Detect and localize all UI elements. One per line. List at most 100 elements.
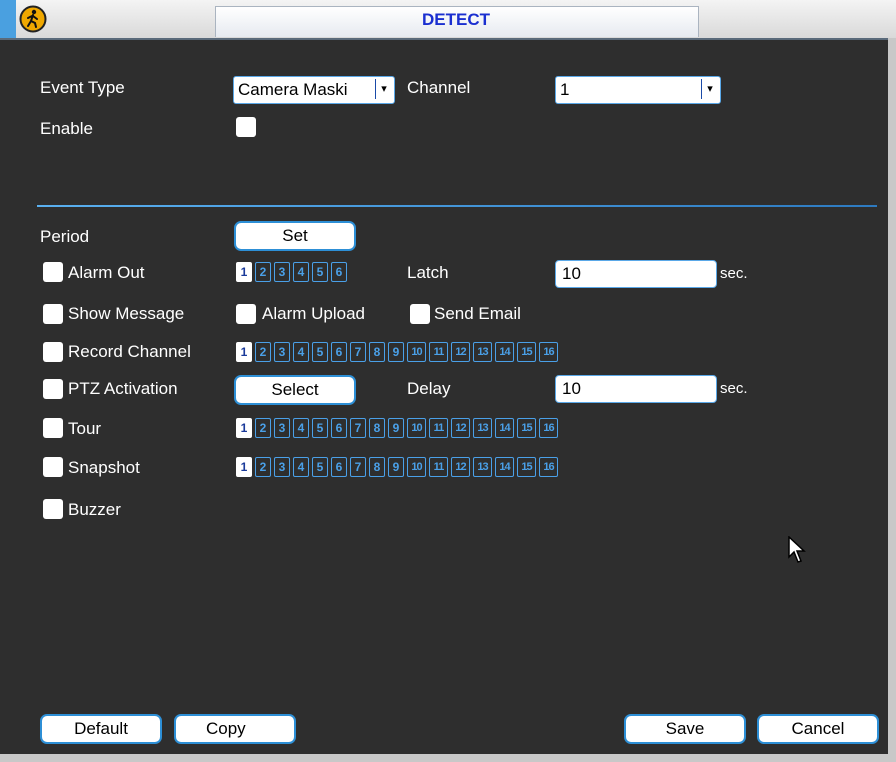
record-channel-1[interactable]: 1 [236,342,252,362]
tour-channel-3[interactable]: 3 [274,418,290,438]
pedestrian-alert-icon [19,5,47,33]
title-bar-accent [0,0,16,38]
show-message-label: Show Message [68,304,185,323]
record-channel-8[interactable]: 8 [369,342,385,362]
channel-select[interactable]: 1 ▾ [555,76,721,104]
delay-input[interactable]: 10 [555,375,717,403]
period-set-button[interactable]: Set [234,221,356,251]
alarm-out-channel-6[interactable]: 6 [331,262,347,282]
latch-input[interactable]: 10 [555,260,717,288]
record-channel-9[interactable]: 9 [388,342,404,362]
record-channels: 1 2 3 4 5 6 7 8 9 10 11 12 13 14 15 16 [236,342,558,362]
snapshot-channel-10[interactable]: 10 [407,457,426,477]
save-button[interactable]: Save [624,714,746,744]
snapshot-channel-11[interactable]: 11 [429,457,448,477]
chevron-down-icon[interactable]: ▾ [375,79,392,99]
record-channel-12[interactable]: 12 [451,342,470,362]
tour-channel-13[interactable]: 13 [473,418,492,438]
snapshot-channel-6[interactable]: 6 [331,457,347,477]
chevron-down-icon[interactable]: ▾ [701,79,718,99]
record-channel-16[interactable]: 16 [539,342,558,362]
event-type-value: Camera Maski [238,80,348,99]
show-message-checkbox[interactable] [43,304,63,324]
send-email-checkbox[interactable] [410,304,430,324]
event-type-select[interactable]: Camera Maski ▾ [233,76,395,104]
snapshot-channel-4[interactable]: 4 [293,457,309,477]
mouse-pointer-icon [788,536,806,563]
tour-channel-15[interactable]: 15 [517,418,536,438]
snapshot-label: Snapshot [68,458,140,477]
tour-channels: 1 2 3 4 5 6 7 8 9 10 11 12 13 14 15 16 [236,418,558,438]
tour-channel-12[interactable]: 12 [451,418,470,438]
record-channel-3[interactable]: 3 [274,342,290,362]
buzzer-label: Buzzer [68,500,121,519]
tour-channel-2[interactable]: 2 [255,418,271,438]
alarm-out-channel-5[interactable]: 5 [312,262,328,282]
title-bar: DETECT [0,0,896,40]
latch-label: Latch [407,263,449,282]
snapshot-channel-1[interactable]: 1 [236,457,252,477]
record-channel-7[interactable]: 7 [350,342,366,362]
snapshot-channel-2[interactable]: 2 [255,457,271,477]
tour-channel-6[interactable]: 6 [331,418,347,438]
snapshot-channel-15[interactable]: 15 [517,457,536,477]
tour-channel-14[interactable]: 14 [495,418,514,438]
snapshot-channel-8[interactable]: 8 [369,457,385,477]
record-channel-13[interactable]: 13 [473,342,492,362]
tour-channel-5[interactable]: 5 [312,418,328,438]
tour-channel-10[interactable]: 10 [407,418,426,438]
snapshot-channel-12[interactable]: 12 [451,457,470,477]
default-button[interactable]: Default [40,714,162,744]
snapshot-channel-13[interactable]: 13 [473,457,492,477]
window-bottom-edge [0,754,896,762]
alarm-upload-label: Alarm Upload [262,304,365,323]
snapshot-channel-5[interactable]: 5 [312,457,328,477]
record-channel-5[interactable]: 5 [312,342,328,362]
alarm-out-channel-2[interactable]: 2 [255,262,271,282]
record-channel-11[interactable]: 11 [429,342,448,362]
snapshot-channel-9[interactable]: 9 [388,457,404,477]
alarm-out-channel-4[interactable]: 4 [293,262,309,282]
delay-unit: sec. [720,380,748,397]
record-channel-label: Record Channel [68,342,191,361]
copy-button[interactable]: Copy [174,714,296,744]
tour-channel-8[interactable]: 8 [369,418,385,438]
tour-channel-16[interactable]: 16 [539,418,558,438]
snapshot-channel-16[interactable]: 16 [539,457,558,477]
alarm-out-checkbox[interactable] [43,262,63,282]
alarm-out-channel-3[interactable]: 3 [274,262,290,282]
alarm-upload-checkbox[interactable] [236,304,256,324]
tour-channel-11[interactable]: 11 [429,418,448,438]
send-email-label: Send Email [434,304,521,323]
record-channel-checkbox[interactable] [43,342,63,362]
alarm-out-label: Alarm Out [68,263,145,282]
enable-checkbox[interactable] [236,117,256,137]
tour-channel-4[interactable]: 4 [293,418,309,438]
record-channel-2[interactable]: 2 [255,342,271,362]
tour-channel-9[interactable]: 9 [388,418,404,438]
cancel-button[interactable]: Cancel [757,714,879,744]
snapshot-channel-7[interactable]: 7 [350,457,366,477]
ptz-activation-label: PTZ Activation [68,379,178,398]
tour-channel-1[interactable]: 1 [236,418,252,438]
detect-window: DETECT Event Type Camera Maski ▾ Channel… [0,0,896,762]
record-channel-14[interactable]: 14 [495,342,514,362]
record-channel-4[interactable]: 4 [293,342,309,362]
record-channel-6[interactable]: 6 [331,342,347,362]
snapshot-channel-14[interactable]: 14 [495,457,514,477]
delay-label: Delay [407,379,451,398]
tour-channel-7[interactable]: 7 [350,418,366,438]
ptz-activation-checkbox[interactable] [43,379,63,399]
ptz-select-button[interactable]: Select [234,375,356,405]
tour-checkbox[interactable] [43,418,63,438]
record-channel-15[interactable]: 15 [517,342,536,362]
page-title: DETECT [422,10,490,29]
delay-value: 10 [562,379,581,398]
window-right-edge [888,38,896,762]
buzzer-checkbox[interactable] [43,499,63,519]
record-channel-10[interactable]: 10 [407,342,426,362]
snapshot-channel-3[interactable]: 3 [274,457,290,477]
snapshot-checkbox[interactable] [43,457,63,477]
alarm-out-channel-1[interactable]: 1 [236,262,252,282]
snapshot-channels: 1 2 3 4 5 6 7 8 9 10 11 12 13 14 15 16 [236,457,558,477]
